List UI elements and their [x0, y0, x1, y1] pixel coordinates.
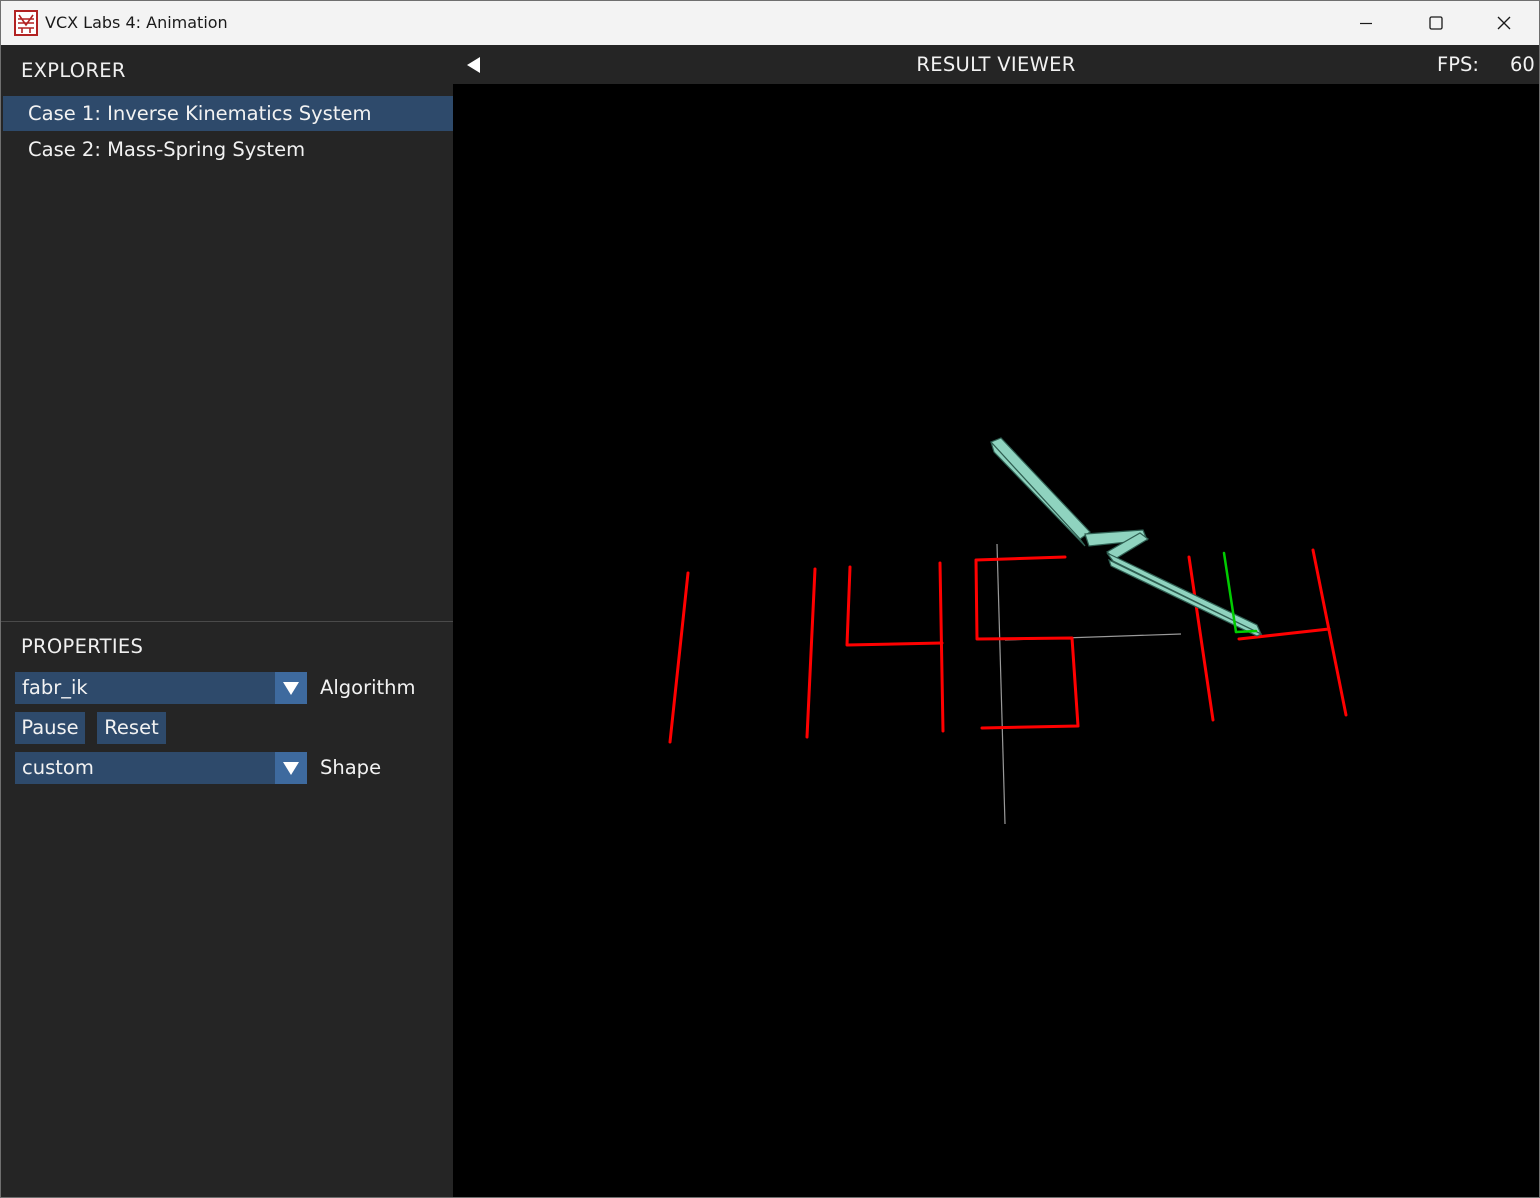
properties-header: PROPERTIES [21, 635, 144, 658]
algorithm-select[interactable]: fabr_ik [15, 672, 307, 704]
explorer-header: EXPLORER [21, 59, 126, 82]
close-button[interactable] [1469, 1, 1539, 45]
fps-value: 60 [1510, 53, 1535, 76]
result-viewer: RESULT VIEWER FPS: 60 [453, 45, 1539, 1197]
triangle-down-icon [283, 682, 299, 695]
maximize-icon [1429, 16, 1443, 30]
explorer-item-inverse-kinematics[interactable]: Case 1: Inverse Kinematics System [3, 96, 453, 131]
minimize-button[interactable] [1331, 1, 1401, 45]
shape-select[interactable]: custom [15, 752, 307, 784]
window-title: VCX Labs 4: Animation [45, 13, 228, 32]
render-viewport[interactable] [453, 84, 1539, 1197]
app-window: VCX Labs 4: Animation EXPLORER Case 1: I… [0, 0, 1540, 1198]
shape-label: Shape [320, 756, 382, 779]
target-curve [668, 548, 1348, 744]
pause-button[interactable]: Pause [15, 712, 85, 744]
maximize-button[interactable] [1401, 1, 1471, 45]
ik-bone-chain [989, 437, 1263, 637]
viewer-header: RESULT VIEWER FPS: 60 [453, 45, 1539, 84]
title-bar[interactable]: VCX Labs 4: Animation [1, 1, 1539, 45]
algorithm-value: fabr_ik [22, 676, 88, 699]
panel-divider[interactable] [1, 621, 453, 622]
algorithm-label: Algorithm [320, 676, 416, 699]
triangle-down-icon [283, 762, 299, 775]
sidebar: EXPLORER Case 1: Inverse Kinematics Syst… [1, 45, 453, 1197]
reset-button[interactable]: Reset [97, 712, 166, 744]
fps-label: FPS: [1437, 53, 1479, 76]
minimize-icon [1360, 22, 1372, 25]
explorer-item-mass-spring[interactable]: Case 2: Mass-Spring System [3, 132, 453, 167]
shape-dropdown-button[interactable] [275, 752, 307, 784]
shape-value: custom [22, 756, 94, 779]
viewer-title: RESULT VIEWER [916, 53, 1076, 76]
vcx-app-icon [14, 10, 38, 36]
close-icon [1497, 16, 1511, 30]
algorithm-dropdown-button[interactable] [275, 672, 307, 704]
